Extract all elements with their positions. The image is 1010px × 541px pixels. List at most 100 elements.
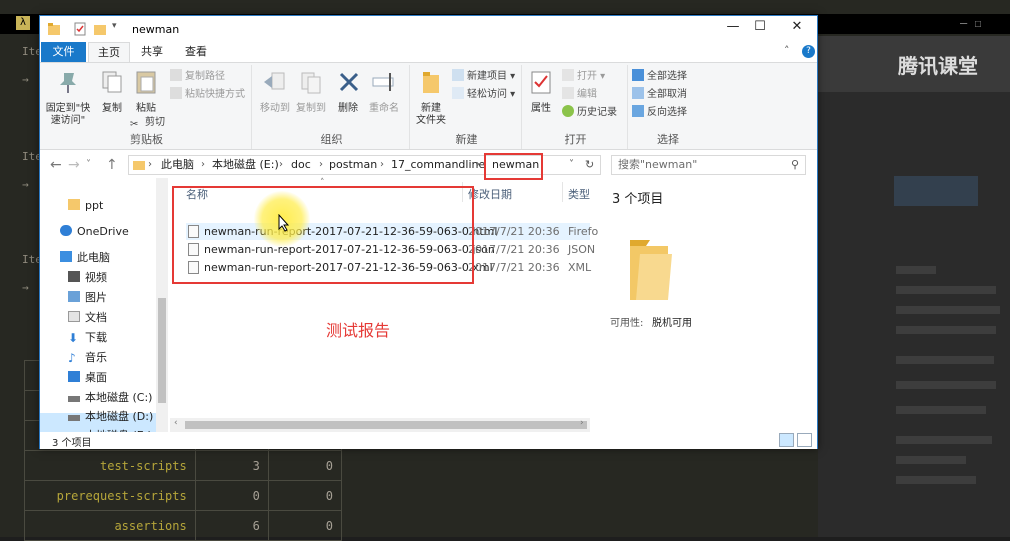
nav-item-pictures[interactable]: 图片 <box>68 288 107 307</box>
cut-button[interactable]: ✂ 剪切 <box>130 115 165 131</box>
edit-icon <box>562 87 574 99</box>
paste-shortcut-button[interactable]: 粘贴快捷方式 <box>170 87 245 103</box>
details-view-icon[interactable] <box>779 433 794 447</box>
table-cell: 0 <box>267 450 343 481</box>
tab-view[interactable]: 查看 <box>176 42 216 62</box>
large-icons-view-icon[interactable] <box>797 433 812 447</box>
copy-to-button[interactable]: 复制到 <box>294 69 328 115</box>
paste-shortcut-label: 粘贴快捷方式 <box>185 89 245 100</box>
new-folder-icon[interactable] <box>94 22 106 36</box>
paste-icon <box>136 71 156 94</box>
select-all-icon <box>632 69 644 81</box>
rename-button[interactable]: 重命名 <box>366 69 402 115</box>
column-header-date[interactable]: 修改日期 <box>468 186 512 202</box>
address-dropdown-icon[interactable]: ˅ <box>569 156 574 174</box>
open-group-label: 打开 <box>564 133 587 146</box>
nav-item-drive-d[interactable]: 本地磁盘 (D:) <box>68 407 153 426</box>
scroll-right-icon[interactable]: › <box>580 418 584 428</box>
nav-item-onedrive[interactable]: OneDrive <box>60 222 129 241</box>
select-all-button[interactable]: 全部选择 <box>632 69 687 85</box>
table-cell-label: assertions <box>24 510 196 541</box>
breadcrumb-doc[interactable]: doc <box>291 156 311 174</box>
paste-button[interactable]: 粘贴 <box>130 69 162 115</box>
open-label: 打开 <box>577 71 597 82</box>
copy-to-icon <box>301 72 321 94</box>
pin-quick-access-button[interactable]: 固定到"快 速访问" <box>44 69 92 127</box>
invert-selection-button[interactable]: 反向选择 <box>632 105 687 121</box>
copy-path-icon <box>170 69 182 81</box>
postman-background: 腾讯课堂 <box>818 36 1010 537</box>
nav-item-music[interactable]: ♪ 音乐 <box>68 348 107 367</box>
address-row: ← → ˅ ↑ › 此电脑 › 本地磁盘 (E:) › doc › postma… <box>40 152 817 178</box>
select-none-button[interactable]: 全部取消 <box>632 87 687 103</box>
new-folder-button[interactable]: 新建 文件夹 <box>414 69 448 127</box>
tab-home[interactable]: 主页 <box>88 42 130 62</box>
pin-label: 固定到"快 速访问" <box>45 103 91 126</box>
edit-button[interactable]: 编辑 <box>562 87 597 103</box>
nav-item-videos[interactable]: 视频 <box>68 268 107 287</box>
annotation-box <box>172 186 474 284</box>
collapse-ribbon-icon[interactable]: ˄ <box>784 44 790 57</box>
tab-share[interactable]: 共享 <box>132 42 172 62</box>
availability-value: 脱机可用 <box>652 318 692 329</box>
availability-label: 可用性: <box>610 318 644 329</box>
table-row: prerequest-scripts 0 0 <box>24 480 343 511</box>
easy-access-button[interactable]: 轻松访问 ▾ <box>452 87 515 103</box>
up-arrow-icon[interactable]: ↑ <box>106 157 118 173</box>
select-group-label: 选择 <box>657 133 679 146</box>
nav-scrollbar-thumb[interactable] <box>158 298 166 403</box>
nav-item-drive-c[interactable]: 本地磁盘 (C:) <box>68 388 152 407</box>
paste-label: 粘贴 <box>136 103 156 114</box>
open-group: 属性 打开 ▾ 编辑 历史记录 打开 <box>524 65 628 149</box>
nav-item-downloads[interactable]: ⬇ 下载 <box>68 328 107 347</box>
open-button[interactable]: 打开 ▾ <box>562 69 605 85</box>
desktop-icon <box>68 371 80 382</box>
easy-access-label: 轻松访问 <box>467 89 507 100</box>
properties-icon[interactable] <box>74 22 86 36</box>
nav-item-desktop[interactable]: 桌面 <box>68 368 107 387</box>
nav-item-documents[interactable]: 文档 <box>68 308 107 327</box>
breadcrumb-17-commandline[interactable]: 17_commandline <box>391 156 485 174</box>
cut-label: 剪切 <box>145 117 165 128</box>
help-icon[interactable]: ? <box>802 45 815 58</box>
scroll-left-icon[interactable]: ‹ <box>174 418 178 428</box>
refresh-icon[interactable]: ↻ <box>585 156 594 174</box>
invert-selection-label: 反向选择 <box>647 107 687 118</box>
move-to-label: 移动到 <box>260 103 290 114</box>
nav-item-ppt[interactable]: ppt <box>68 196 103 215</box>
file-type: Firefo <box>568 225 599 238</box>
breadcrumb-postman[interactable]: postman <box>329 156 377 174</box>
customize-quick-access-icon[interactable]: ▾ <box>112 21 117 31</box>
search-icon[interactable]: ⚲ <box>791 156 799 174</box>
easy-access-icon <box>452 87 464 99</box>
forward-arrow-icon[interactable]: → <box>68 157 80 173</box>
history-button[interactable]: 历史记录 <box>562 105 617 121</box>
nav-item-this-pc[interactable]: 此电脑 <box>60 248 110 267</box>
file-date: 2017/7/21 20:36 <box>468 243 560 256</box>
copy-path-button[interactable]: 复制路径 <box>170 69 225 85</box>
move-to-button[interactable]: 移动到 <box>258 69 292 115</box>
file-explorer-window: ▾ newman — ☐ ✕ 文件 主页 共享 查看 ˄ ? 固定到"快 速访问… <box>39 15 818 449</box>
properties-button[interactable]: 属性 <box>526 69 556 115</box>
scissors-icon: ✂ <box>130 119 139 130</box>
search-input[interactable]: 搜索"newman" ⚲ <box>611 155 806 175</box>
back-arrow-icon[interactable]: ← <box>50 157 62 173</box>
recent-locations-icon[interactable]: ˅ <box>86 159 91 170</box>
copy-button[interactable]: 复制 <box>96 69 128 115</box>
horizontal-scrollbar-thumb[interactable] <box>185 421 587 429</box>
breadcrumb-this-pc[interactable]: 此电脑 <box>161 156 194 174</box>
tab-file[interactable]: 文件 <box>41 42 86 62</box>
folder-icon <box>68 199 80 210</box>
close-button[interactable]: ✕ <box>774 19 820 39</box>
delete-button[interactable]: 删除 <box>336 69 360 115</box>
properties-label: 属性 <box>531 103 551 114</box>
breadcrumb-drive-e[interactable]: 本地磁盘 (E:) <box>212 156 279 174</box>
annotation-box-address <box>484 153 543 180</box>
terminal-app-icon: λ <box>16 16 30 30</box>
organize-group-label: 组织 <box>320 133 343 146</box>
paste-shortcut-icon <box>170 87 182 99</box>
new-item-button[interactable]: 新建项目 ▾ <box>452 69 515 85</box>
history-icon <box>562 105 574 117</box>
table-cell: 0 <box>194 480 269 511</box>
column-header-type[interactable]: 类型 <box>568 186 590 202</box>
